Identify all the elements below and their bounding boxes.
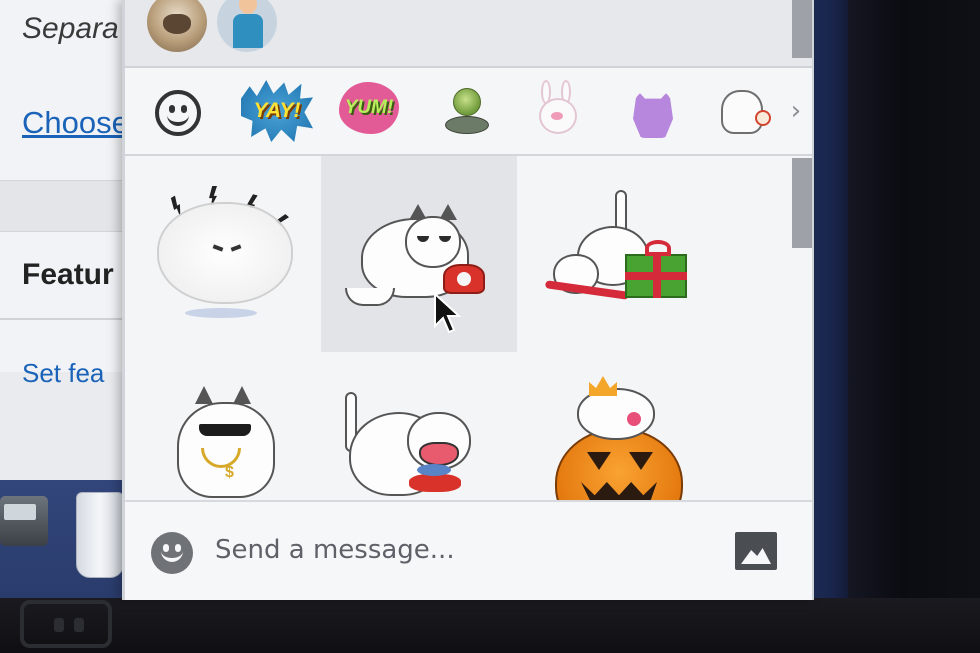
screen-edge (812, 0, 848, 600)
background-choose-link[interactable]: Choose (22, 105, 129, 141)
sticker-pack-yay-label: YAY! (253, 99, 301, 122)
sticker-pack-yay[interactable]: YAY! (241, 80, 313, 142)
background-separator-text: Separa (22, 12, 119, 45)
sticker-pack-rabbit[interactable] (527, 80, 587, 142)
sticker-grid: $ (125, 156, 812, 500)
sunglasses-icon (199, 424, 251, 436)
avatar[interactable] (217, 0, 277, 52)
trash-icon[interactable] (76, 492, 124, 578)
dock (0, 480, 130, 598)
background-divider-band (0, 180, 130, 232)
background-set-featured-link[interactable]: Set fea (22, 358, 104, 389)
avatar[interactable] (147, 0, 207, 52)
message-input[interactable] (215, 526, 695, 574)
sticker-chat-popup: YAY! YUM! › $ Send a message... (122, 0, 814, 600)
sticker-cat-with-gift[interactable] (517, 156, 713, 352)
emoji-icon[interactable] (151, 532, 193, 574)
screen-bezel-bottom (0, 598, 980, 653)
emoji-pack-smiley-icon[interactable] (155, 90, 201, 136)
sticker-fluffy-angry-cat[interactable] (129, 158, 325, 354)
dollar-icon: $ (225, 464, 234, 481)
sticker-pack-bar: YAY! YUM! › (125, 68, 812, 156)
sticker-cat-with-phone[interactable] (321, 156, 517, 352)
sticker-cool-cat-sunglasses[interactable]: $ (129, 352, 325, 500)
scrollbar-thumb[interactable] (792, 158, 812, 248)
sticker-cat-eating-fish[interactable] (321, 352, 517, 500)
sticker-pack-yum[interactable]: YUM! (339, 82, 399, 134)
participants-bar (125, 0, 812, 68)
sticker-cat-in-pumpkin[interactable] (517, 352, 713, 500)
background-page: Separa Choose Featur Set fea (0, 0, 130, 480)
scrollbar-thumb[interactable] (792, 0, 812, 58)
printer-icon[interactable] (0, 496, 48, 546)
chevron-right-icon[interactable]: › (785, 96, 807, 126)
sticker-pack-alien[interactable] (437, 80, 497, 142)
screen-bezel-right (848, 0, 980, 653)
watermark-logo (20, 600, 112, 648)
message-composer (125, 500, 812, 600)
mouse-cursor-icon (434, 292, 461, 334)
background-featured-heading: Featur (22, 258, 114, 291)
sticker-pack-white-cat[interactable] (715, 80, 775, 142)
sticker-pack-yum-label: YUM! (344, 97, 394, 118)
background-rule (0, 318, 130, 320)
image-icon[interactable] (735, 532, 777, 570)
sticker-pack-purple-cat[interactable] (625, 80, 681, 142)
